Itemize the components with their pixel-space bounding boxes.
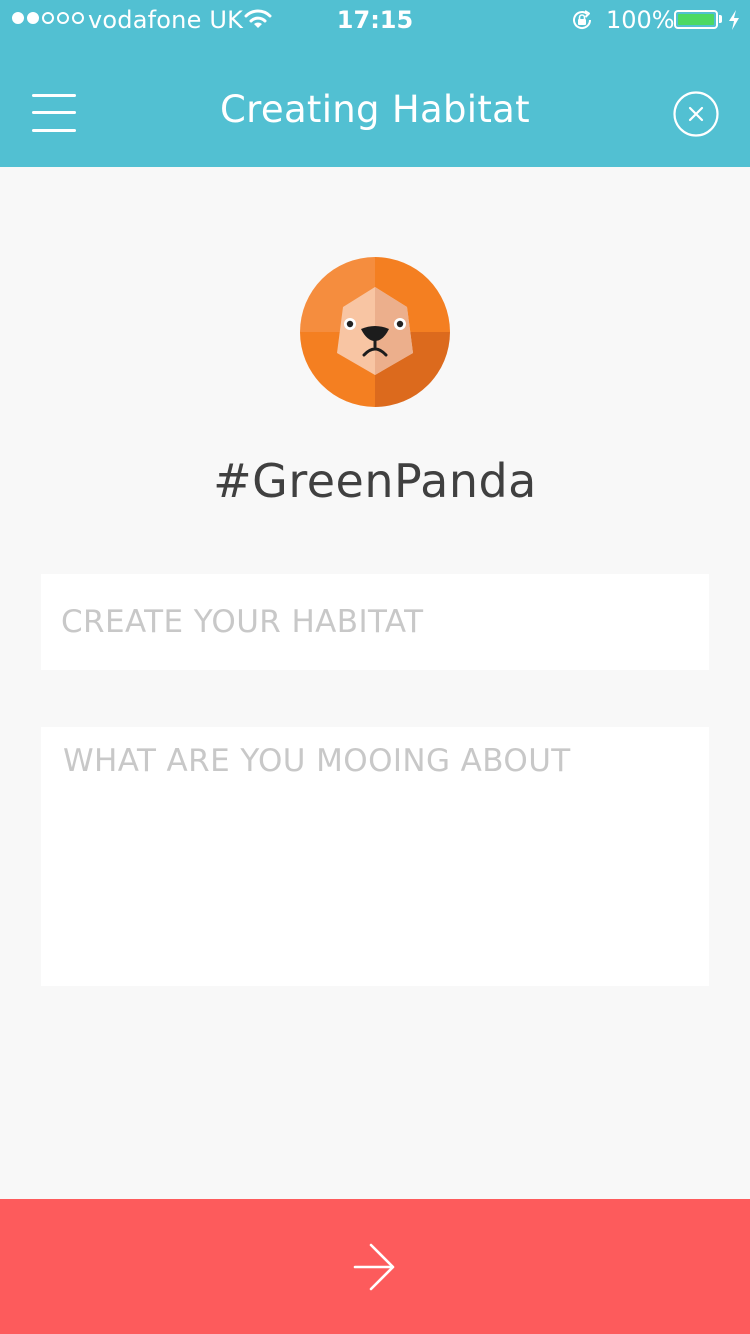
header: vodafone UK 17:15 100% Creating Habitat bbox=[0, 0, 750, 167]
battery-icon bbox=[674, 10, 718, 29]
user-handle: #GreenPanda bbox=[213, 454, 537, 508]
battery-percentage: 100% bbox=[606, 6, 675, 34]
page-title: Creating Habitat bbox=[220, 88, 530, 131]
close-circle-icon[interactable] bbox=[673, 91, 719, 137]
status-bar: vodafone UK 17:15 100% bbox=[0, 0, 750, 40]
charging-icon bbox=[728, 9, 740, 37]
battery-tip bbox=[719, 15, 722, 23]
lion-avatar-icon bbox=[300, 257, 450, 407]
habitat-name-input[interactable] bbox=[41, 574, 709, 670]
next-button[interactable] bbox=[0, 1199, 750, 1334]
battery-level bbox=[678, 14, 714, 25]
message-textarea[interactable] bbox=[41, 727, 709, 986]
orientation-lock-icon bbox=[570, 8, 594, 38]
arrow-right-icon bbox=[353, 1243, 395, 1290]
